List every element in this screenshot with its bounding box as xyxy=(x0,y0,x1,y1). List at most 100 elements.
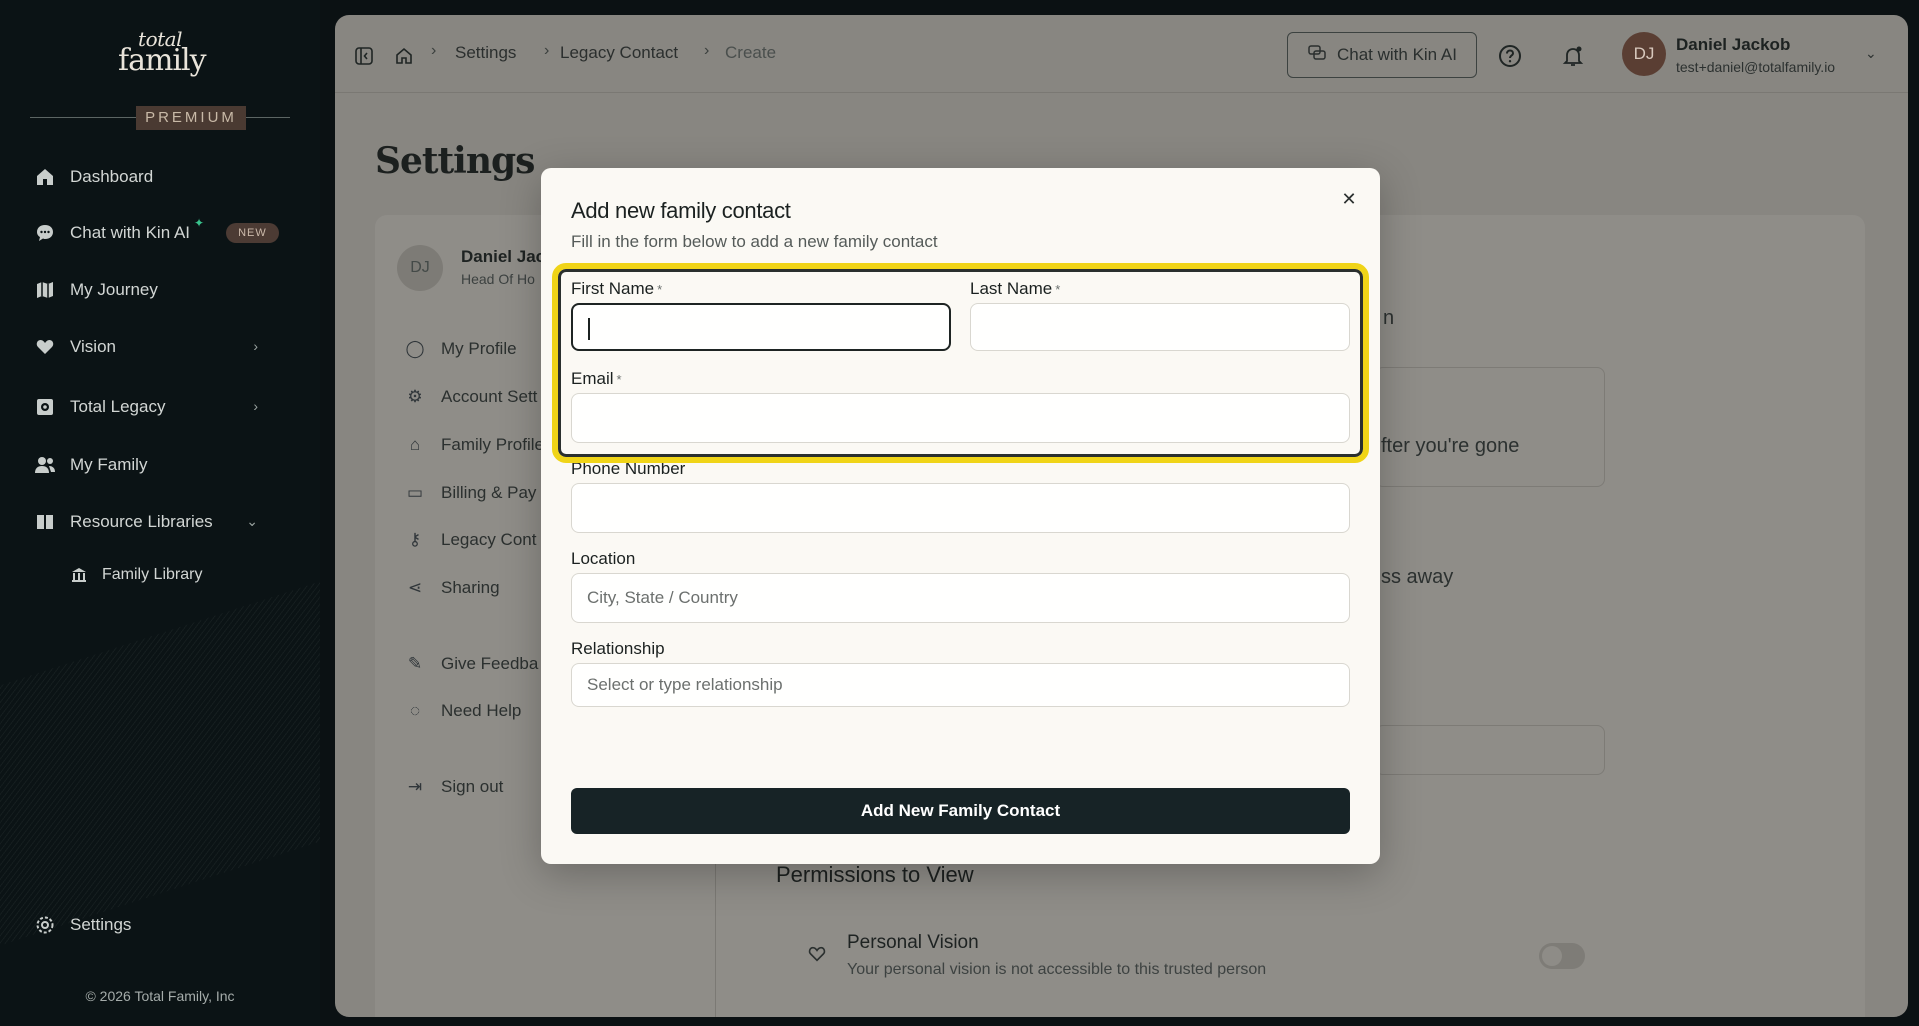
new-badge: NEW xyxy=(226,223,279,243)
breadcrumb-separator: › xyxy=(544,42,550,59)
decorative-stripes xyxy=(0,581,320,959)
permissions-title: Permissions to View xyxy=(776,862,974,887)
email-label: Email * xyxy=(571,369,622,389)
background-text: ss away xyxy=(1381,566,1454,588)
settings-menu-label: Legacy Cont xyxy=(441,530,537,549)
chat-bubbles-icon xyxy=(1307,43,1327,68)
relationship-input[interactable] xyxy=(571,663,1350,707)
sidebar-item-chat[interactable]: Chat with Kin AI ✦ NEW xyxy=(34,216,279,248)
location-input[interactable] xyxy=(571,573,1350,623)
bell-icon[interactable] xyxy=(1560,43,1586,69)
heart-icon xyxy=(34,336,56,358)
close-icon[interactable]: ✕ xyxy=(1338,188,1360,210)
last-name-input[interactable] xyxy=(970,303,1350,351)
share-icon: ⋖ xyxy=(407,578,423,597)
sidebar-item-label: Chat with Kin AI xyxy=(70,223,191,242)
logo[interactable]: total family xyxy=(118,29,207,78)
gear-icon xyxy=(34,914,56,936)
background-select xyxy=(1375,725,1605,775)
sidebar-item-journey[interactable]: My Journey xyxy=(34,275,158,305)
settings-menu-sign-out[interactable]: ⇥ Sign out xyxy=(405,777,504,797)
gear-icon: ⚙ xyxy=(407,387,423,406)
settings-menu-label: Sharing xyxy=(441,578,500,597)
page-title: Settings xyxy=(375,140,535,182)
home-icon[interactable] xyxy=(391,43,417,69)
settings-menu-my-profile[interactable]: ◯ My Profile xyxy=(405,339,517,359)
breadcrumb-legacy-contact[interactable]: Legacy Contact xyxy=(560,43,678,63)
relationship-label: Relationship xyxy=(571,639,665,658)
breadcrumb-separator: › xyxy=(431,42,437,59)
sidebar-item-total-legacy[interactable]: Total Legacy › xyxy=(34,392,288,422)
settings-menu-label: Family Profile xyxy=(441,435,544,454)
sidebar-item-family-library[interactable]: Family Library xyxy=(70,560,202,590)
last-name-label-text: Last Name xyxy=(970,279,1053,298)
chevron-right-icon: › xyxy=(253,398,258,414)
sidebar-item-settings[interactable]: Settings xyxy=(34,910,131,940)
settings-menu-legacy-contact[interactable]: ⚷ Legacy Cont xyxy=(405,530,537,550)
required-mark: * xyxy=(657,282,663,297)
modal-subtitle: Fill in the form below to add a new fami… xyxy=(571,232,938,251)
first-name-input[interactable] xyxy=(571,303,951,351)
sidebar-toggle-icon[interactable] xyxy=(351,43,377,69)
card-icon: ▭ xyxy=(406,483,424,502)
first-name-label: First Name * xyxy=(571,279,662,299)
heart-icon xyxy=(808,945,826,968)
sidebar-item-resource-libraries[interactable]: Resource Libraries ⌄ xyxy=(34,507,288,537)
background-text: n xyxy=(1383,307,1395,329)
chevron-down-icon[interactable]: ⌄ xyxy=(1865,45,1877,62)
logo-bottom-text: family xyxy=(118,43,207,78)
email-input[interactable] xyxy=(571,393,1350,443)
sidebar-item-label: Vision xyxy=(70,337,116,356)
edit-icon: ✎ xyxy=(407,654,423,673)
modal-title: Add new family contact xyxy=(571,198,791,223)
help-icon[interactable] xyxy=(1497,43,1523,69)
text-caret xyxy=(588,318,590,340)
user-icon: ◯ xyxy=(405,339,425,358)
sidebar-item-dashboard[interactable]: Dashboard xyxy=(34,162,153,192)
library-icon xyxy=(70,566,88,584)
email-label-text: Email xyxy=(571,369,614,388)
house-icon: ⌂ xyxy=(409,435,421,454)
phone-label: Phone Number xyxy=(571,459,686,478)
last-name-label: Last Name * xyxy=(970,279,1060,299)
location-label: Location xyxy=(571,549,636,568)
tier-row: PREMIUM xyxy=(30,104,290,130)
settings-menu-billing[interactable]: ▭ Billing & Pay xyxy=(405,483,536,503)
topbar: › Settings › Legacy Contact › Create Cha… xyxy=(335,15,1908,93)
settings-menu-label: Give Feedba xyxy=(441,654,539,673)
first-name-label-text: First Name xyxy=(571,279,655,298)
settings-menu-label: My Profile xyxy=(441,339,517,358)
breadcrumb-separator: › xyxy=(704,42,710,59)
settings-menu-label: Need Help xyxy=(441,701,522,720)
settings-menu-family-profile[interactable]: ⌂ Family Profile xyxy=(405,435,544,455)
user-email: test+daniel@totalfamily.io xyxy=(1676,59,1836,75)
phone-input[interactable] xyxy=(571,483,1350,533)
sidebar-item-my-family[interactable]: My Family xyxy=(34,450,147,480)
breadcrumb-create: Create xyxy=(725,43,777,62)
settings-menu-need-help[interactable]: ◌ Need Help xyxy=(405,701,521,721)
user-name: Daniel Jackob xyxy=(1676,35,1791,54)
add-family-contact-button[interactable]: Add New Family Contact xyxy=(571,788,1350,834)
avatar[interactable]: DJ xyxy=(1622,32,1666,76)
chevron-right-icon: › xyxy=(253,338,258,354)
profile-avatar: DJ xyxy=(397,245,443,291)
chat-with-kin-button[interactable]: Chat with Kin AI xyxy=(1287,32,1477,78)
settings-menu-account-settings[interactable]: ⚙ Account Sett xyxy=(405,387,537,407)
key-icon: ⚷ xyxy=(408,530,422,549)
settings-menu-give-feedback[interactable]: ✎ Give Feedba xyxy=(405,654,538,674)
required-mark: * xyxy=(616,372,622,387)
permission-toggle[interactable] xyxy=(1539,943,1585,969)
background-box xyxy=(1375,367,1605,487)
sidebar-item-label: Settings xyxy=(70,915,132,934)
sidebar-item-label: Family Library xyxy=(102,566,203,583)
permission-name: Personal Vision xyxy=(847,932,979,953)
background-text: fter you're gone xyxy=(1381,435,1520,457)
breadcrumb-settings[interactable]: Settings xyxy=(455,43,516,63)
settings-menu-sharing[interactable]: ⋖ Sharing xyxy=(405,578,500,598)
required-mark: * xyxy=(1055,282,1061,297)
sidebar: total family PREMIUM Dashboard Chat with… xyxy=(0,0,320,1026)
sidebar-item-label: My Family xyxy=(70,455,148,474)
sidebar-item-vision[interactable]: Vision › xyxy=(34,332,288,362)
people-icon xyxy=(34,454,56,476)
sign-out-icon: ⇥ xyxy=(407,777,423,796)
